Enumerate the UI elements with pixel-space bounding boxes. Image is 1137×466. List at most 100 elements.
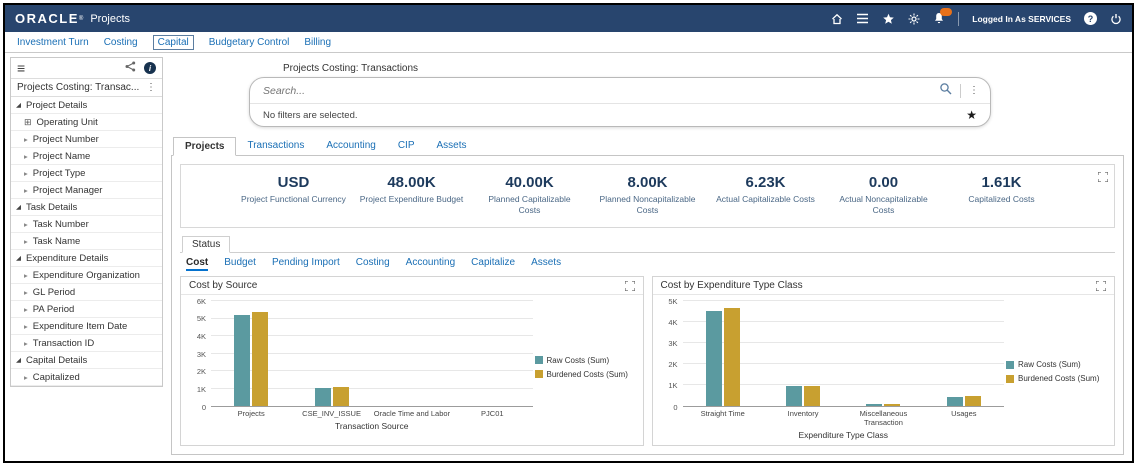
expand-triangle-icon: ▸: [24, 372, 28, 382]
tree-section-expenditure-details[interactable]: ◢ Expenditure Details: [11, 250, 162, 267]
bar-burdened-costs-sum-miscellaneous-transaction[interactable]: [884, 404, 901, 407]
tab-transactions[interactable]: Transactions: [236, 137, 315, 155]
bar-burdened-costs-sum-inventory[interactable]: [804, 385, 821, 407]
tree-item-gl-period[interactable]: ▸ GL Period: [11, 284, 162, 301]
subtab-capitalize[interactable]: Capitalize: [471, 257, 515, 271]
tree-item-project-number[interactable]: ▸ Project Number: [11, 131, 162, 148]
tree-item-capitalized[interactable]: ▸ Capitalized: [11, 369, 162, 386]
operating-unit-icon: ⊞: [24, 116, 32, 127]
expand-triangle-icon: ▸: [24, 134, 28, 144]
collapse-triangle-icon: ◢: [16, 204, 21, 211]
subtab-pending-import[interactable]: Pending Import: [272, 257, 340, 271]
info-icon[interactable]: i: [144, 62, 156, 74]
kpi-project-functional-currency: USD Project Functional Currency: [235, 174, 353, 216]
kpi-label: Planned Capitalizable Costs: [488, 194, 571, 216]
tab-cip[interactable]: CIP: [387, 137, 426, 155]
tab-assets[interactable]: Assets: [426, 137, 478, 155]
tab-status[interactable]: Status: [182, 236, 231, 254]
search-box: ⋮ No filters are selected. ★: [249, 77, 991, 127]
nav-tab-budgetary-control[interactable]: Budgetary Control: [209, 37, 290, 48]
logout-power-icon[interactable]: [1110, 13, 1122, 25]
bar-raw-costs-sum-miscellaneous-transaction[interactable]: [866, 404, 883, 407]
legend-item-burdened-costs-sum[interactable]: Burdened Costs (Sum): [1006, 374, 1108, 383]
tree-section-task-details[interactable]: ◢ Task Details: [11, 199, 162, 216]
chart-header: Cost by Expenditure Type Class: [652, 277, 1114, 296]
kpi-value: 0.00: [868, 174, 899, 191]
maximize-icon[interactable]: [1096, 280, 1106, 291]
nav-tab-capital[interactable]: Capital: [152, 34, 194, 50]
legend-swatch: [534, 370, 543, 379]
subtab-cost[interactable]: Cost: [186, 257, 209, 272]
settings-gear-icon[interactable]: [908, 13, 920, 25]
tree-item-task-number[interactable]: ▸ Task Number: [11, 216, 162, 233]
help-icon[interactable]: ?: [1084, 12, 1097, 25]
legend-item-raw-costs-sum[interactable]: Raw Costs (Sum): [1006, 360, 1108, 369]
y-tick-label: 1K: [668, 381, 678, 391]
favorites-star-icon[interactable]: [882, 13, 895, 25]
subtab-assets[interactable]: Assets: [531, 257, 561, 271]
maximize-icon[interactable]: [1098, 172, 1108, 182]
kpi-planned-capitalizable-costs: 40.00K Planned Capitalizable Costs: [471, 174, 589, 216]
x-tick-label: Miscellaneous Transaction: [859, 409, 908, 428]
nav-tab-billing[interactable]: Billing: [304, 37, 331, 48]
search-icon[interactable]: [939, 82, 952, 100]
tree-item-label: Task Number: [32, 218, 89, 230]
expand-triangle-icon: ▸: [24, 236, 28, 246]
bar-group-pjc01: [452, 301, 532, 406]
favorite-star-icon[interactable]: ★: [966, 108, 977, 122]
subtab-costing[interactable]: Costing: [356, 257, 390, 271]
share-icon[interactable]: [125, 59, 136, 77]
legend-item-burdened-costs-sum[interactable]: Burdened Costs (Sum): [534, 369, 637, 379]
tab-projects[interactable]: Projects: [173, 137, 237, 156]
bar-raw-costs-sum-straight-time[interactable]: [705, 310, 722, 407]
tree-item-expenditure-organization[interactable]: ▸ Expenditure Organization: [11, 267, 162, 284]
search-input[interactable]: [261, 83, 939, 98]
bar-burdened-costs-sum-projects[interactable]: [252, 312, 269, 407]
subtab-accounting[interactable]: Accounting: [406, 257, 455, 271]
x-axis-title: Expenditure Type Class: [798, 430, 889, 441]
main-area: Projects Costing: Transactions ⋮ No filt…: [163, 53, 1132, 461]
bar-group-miscellaneous-transaction: [843, 301, 923, 407]
tree-item-expenditure-item-date[interactable]: ▸ Expenditure Item Date: [11, 318, 162, 335]
legend-item-raw-costs-sum[interactable]: Raw Costs (Sum): [534, 356, 637, 365]
bar-raw-costs-sum-usages[interactable]: [946, 396, 963, 407]
nav-tab-investment-turn[interactable]: Investment Turn: [17, 37, 89, 48]
bar-raw-costs-sum-projects[interactable]: [234, 315, 251, 407]
search-kebab-icon[interactable]: ⋮: [969, 85, 979, 96]
tree-item-project-type[interactable]: ▸ Project Type: [11, 165, 162, 182]
tree-item-operating-unit[interactable]: ⊞ Operating Unit: [11, 114, 162, 131]
y-tick-label: 0: [201, 402, 206, 412]
bar-burdened-costs-sum-usages[interactable]: [964, 396, 981, 407]
notifications-bell-icon[interactable]: [933, 8, 953, 25]
tree-item-label: Project Type: [32, 167, 86, 179]
tree-item-task-name[interactable]: ▸ Task Name: [11, 233, 162, 250]
plot-area: [211, 300, 533, 408]
tree-item-project-manager[interactable]: ▸ Project Manager: [11, 182, 162, 199]
bar-burdened-costs-sum-cse-inv-issue[interactable]: [332, 387, 349, 407]
kpi-value: USD: [277, 174, 310, 191]
tree-item-transaction-id[interactable]: ▸ Transaction ID: [11, 335, 162, 352]
y-tick-label: 4K: [668, 317, 678, 327]
tree-section-label: Expenditure Details: [26, 252, 109, 264]
tree-section-capital-details[interactable]: ◢ Capital Details: [11, 352, 162, 369]
legend-label: Burdened Costs (Sum): [546, 369, 628, 379]
nav-tab-costing[interactable]: Costing: [104, 37, 138, 48]
bar-group-straight-time: [683, 301, 763, 407]
panel-kebab-icon[interactable]: ⋮: [146, 82, 156, 93]
bar-raw-costs-sum-inventory[interactable]: [786, 386, 803, 407]
sidebar-menu-icon[interactable]: ≡: [17, 61, 25, 75]
maximize-icon[interactable]: [624, 280, 635, 291]
bar-raw-costs-sum-cse-inv-issue[interactable]: [314, 387, 331, 407]
bar-burdened-costs-sum-straight-time[interactable]: [723, 308, 740, 407]
tab-accounting[interactable]: Accounting: [315, 137, 386, 155]
panel-title-row: Projects Costing: Transac... ⋮: [11, 79, 162, 97]
filters-status-text: No filters are selected.: [263, 109, 358, 121]
tree-item-project-name[interactable]: ▸ Project Name: [11, 148, 162, 165]
home-icon[interactable]: [831, 13, 843, 25]
menu-icon[interactable]: [856, 13, 869, 24]
subtab-budget[interactable]: Budget: [224, 257, 256, 271]
x-tick-label: Straight Time: [700, 409, 745, 419]
tree-section-project-details[interactable]: ◢ Project Details: [11, 97, 162, 114]
tree-item-pa-period[interactable]: ▸ PA Period: [11, 301, 162, 318]
kpi-value: 6.23K: [745, 174, 786, 191]
